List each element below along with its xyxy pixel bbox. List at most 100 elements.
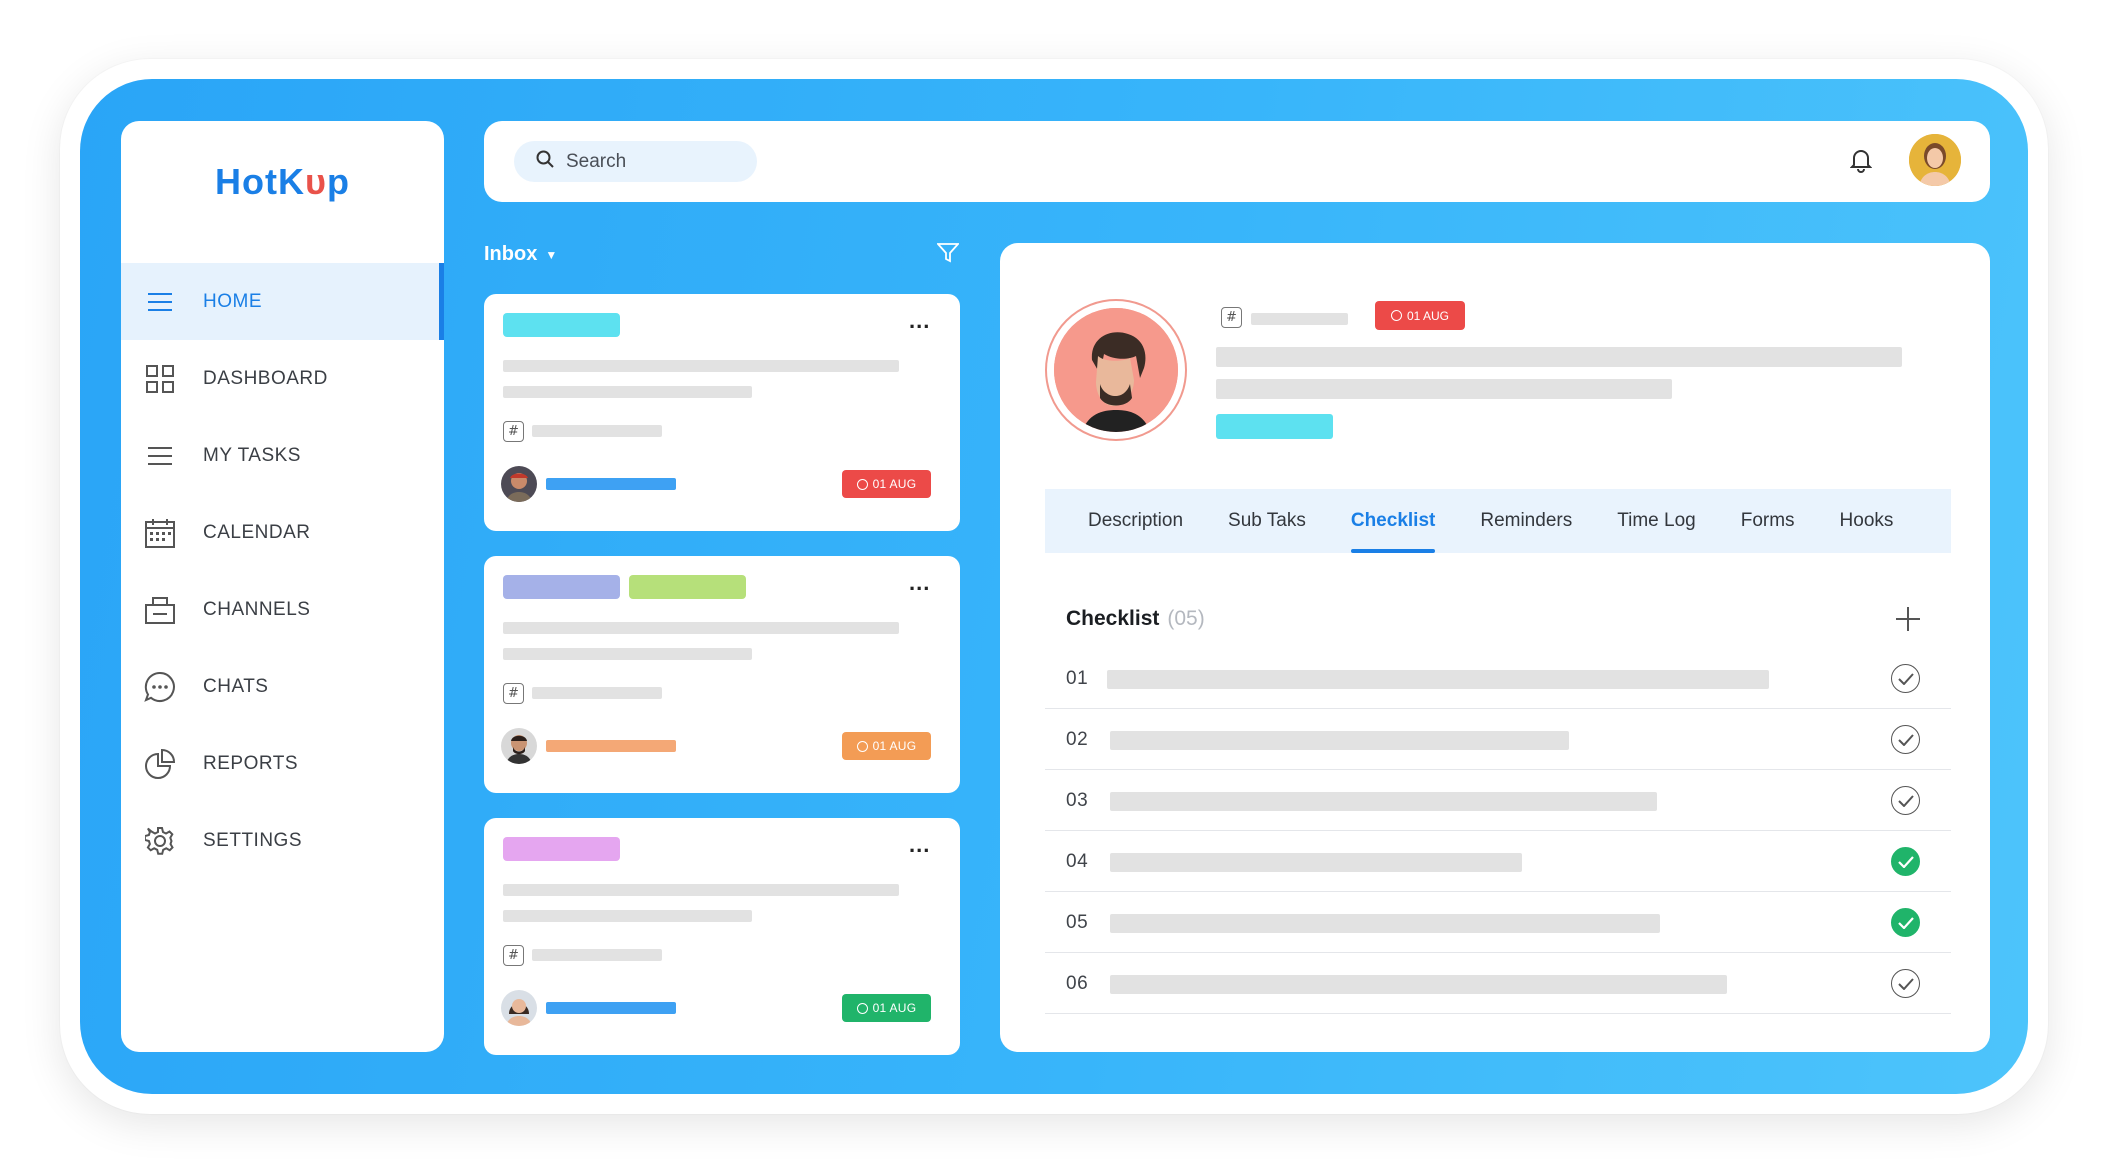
pie-chart-icon <box>144 748 176 780</box>
task-owner-avatar <box>1045 299 1187 441</box>
checklist-row[interactable]: 03 <box>1045 770 1951 831</box>
tab-hooks[interactable]: Hooks <box>1840 489 1894 553</box>
sidebar-item-label: CALENDAR <box>203 521 311 543</box>
placeholder-line <box>503 386 752 398</box>
checklist-count: (05) <box>1167 607 1205 630</box>
clock-icon <box>856 478 868 490</box>
sidebar-item-label: REPORTS <box>203 752 299 774</box>
sidebar-item-reports[interactable]: REPORTS <box>121 725 444 802</box>
placeholder-line <box>1110 853 1522 872</box>
due-date-badge: 01 AUG <box>842 994 931 1022</box>
due-date-text: 01 AUG <box>1406 308 1450 323</box>
check-done-icon[interactable] <box>1891 847 1920 876</box>
sidebar-item-chats[interactable]: CHATS <box>121 648 444 725</box>
check-icon[interactable] <box>1891 969 1920 998</box>
sidebar-item-settings[interactable]: SETTINGS <box>121 802 444 879</box>
sidebar-item-my-tasks[interactable]: MY TASKS <box>121 417 444 494</box>
placeholder-line <box>532 425 662 437</box>
sidebar-item-calendar[interactable]: CALENDAR <box>121 494 444 571</box>
placeholder-line <box>1216 347 1902 367</box>
sidebar-item-label: HOME <box>203 290 262 312</box>
assignee-avatar <box>501 990 537 1026</box>
tab-forms[interactable]: Forms <box>1741 489 1795 553</box>
checklist: 01 02 03 04 05 06 <box>1045 648 1951 1014</box>
tab-reminders[interactable]: Reminders <box>1480 489 1572 553</box>
checklist-row[interactable]: 06 <box>1045 953 1951 1014</box>
search-icon <box>536 150 554 173</box>
item-number: 04 <box>1066 851 1089 872</box>
top-bar: Search <box>484 121 1990 202</box>
tab-description[interactable]: Description <box>1088 489 1183 553</box>
hash-icon: # <box>1221 307 1242 328</box>
tab-checklist[interactable]: Checklist <box>1350 489 1436 553</box>
checklist-title: Checklist <box>1066 607 1160 630</box>
check-icon[interactable] <box>1891 664 1920 693</box>
tab-time-log[interactable]: Time Log <box>1617 489 1696 553</box>
task-card[interactable]: ... # 01 AUG <box>484 556 960 793</box>
task-tag <box>1216 414 1333 439</box>
placeholder-line <box>1110 914 1660 933</box>
more-options-icon[interactable]: ... <box>909 308 930 334</box>
item-number: 03 <box>1066 790 1089 811</box>
due-date-badge: 01 AUG <box>1375 301 1465 330</box>
caret-down-icon: ▼ <box>545 247 558 262</box>
checklist-row[interactable]: 04 <box>1045 831 1951 892</box>
search-input[interactable]: Search <box>514 141 757 182</box>
sidebar-item-label: CHATS <box>203 675 269 697</box>
check-done-icon[interactable] <box>1891 908 1920 937</box>
profile-picture <box>1054 308 1178 432</box>
due-date-text: 01 AUG <box>872 1001 917 1015</box>
sidebar-nav: HOME DASHBOARD MY TASKS CALENDAR CHANNEL… <box>121 263 444 879</box>
sidebar-item-dashboard[interactable]: DASHBOARD <box>121 340 444 417</box>
user-avatar[interactable] <box>1909 134 1961 186</box>
checklist-row[interactable]: 05 <box>1045 892 1951 953</box>
task-card[interactable]: ... # 01 AUG <box>484 294 960 531</box>
placeholder-line <box>532 949 662 961</box>
tab-sub-tasks[interactable]: Sub Taks <box>1228 489 1306 553</box>
filter-icon[interactable] <box>935 243 961 268</box>
item-number: 02 <box>1066 729 1089 750</box>
task-tag <box>503 837 620 861</box>
placeholder-line <box>1110 792 1657 811</box>
task-tag <box>629 575 746 599</box>
inbox-dropdown[interactable]: Inbox ▼ <box>484 243 557 266</box>
bell-icon[interactable] <box>1849 147 1873 178</box>
placeholder-line <box>503 360 899 372</box>
more-options-icon[interactable]: ... <box>909 832 930 858</box>
grid-icon <box>144 363 176 395</box>
sidebar-item-label: DASHBOARD <box>203 367 328 389</box>
placeholder-line <box>1216 379 1672 399</box>
list-icon <box>144 440 176 472</box>
hash-icon: # <box>503 945 524 966</box>
add-item-button[interactable] <box>1895 604 1921 638</box>
assignee-avatar <box>501 466 537 502</box>
task-detail-panel: # 01 AUG Description Sub Taks Checklist … <box>1000 243 1990 1052</box>
sidebar-item-channels[interactable]: CHANNELS <box>121 571 444 648</box>
clock-icon <box>1390 310 1402 321</box>
check-icon[interactable] <box>1891 725 1920 754</box>
task-card[interactable]: ... # 01 AUG <box>484 818 960 1055</box>
app-logo: HotKᴜp <box>121 161 444 203</box>
placeholder-line <box>532 687 662 699</box>
item-number: 06 <box>1066 973 1089 994</box>
placeholder-line <box>1107 670 1769 689</box>
clock-icon <box>856 740 868 752</box>
more-options-icon[interactable]: ... <box>909 570 930 596</box>
due-date-text: 01 AUG <box>872 477 917 491</box>
placeholder-line <box>503 910 752 922</box>
checklist-row[interactable]: 02 <box>1045 709 1951 770</box>
sidebar-item-home[interactable]: HOME <box>121 263 444 340</box>
gear-icon <box>144 825 176 857</box>
checklist-row[interactable]: 01 <box>1045 648 1951 709</box>
placeholder-line <box>1251 313 1348 325</box>
check-icon[interactable] <box>1891 786 1920 815</box>
search-placeholder: Search <box>566 150 627 172</box>
hash-icon: # <box>503 683 524 704</box>
placeholder-line <box>503 884 899 896</box>
task-tag <box>503 313 620 337</box>
logo-text-end: p <box>326 161 350 202</box>
menu-icon <box>144 286 176 318</box>
calendar-icon <box>144 517 176 549</box>
placeholder-line <box>1110 975 1727 994</box>
sidebar-item-label: SETTINGS <box>203 829 303 851</box>
